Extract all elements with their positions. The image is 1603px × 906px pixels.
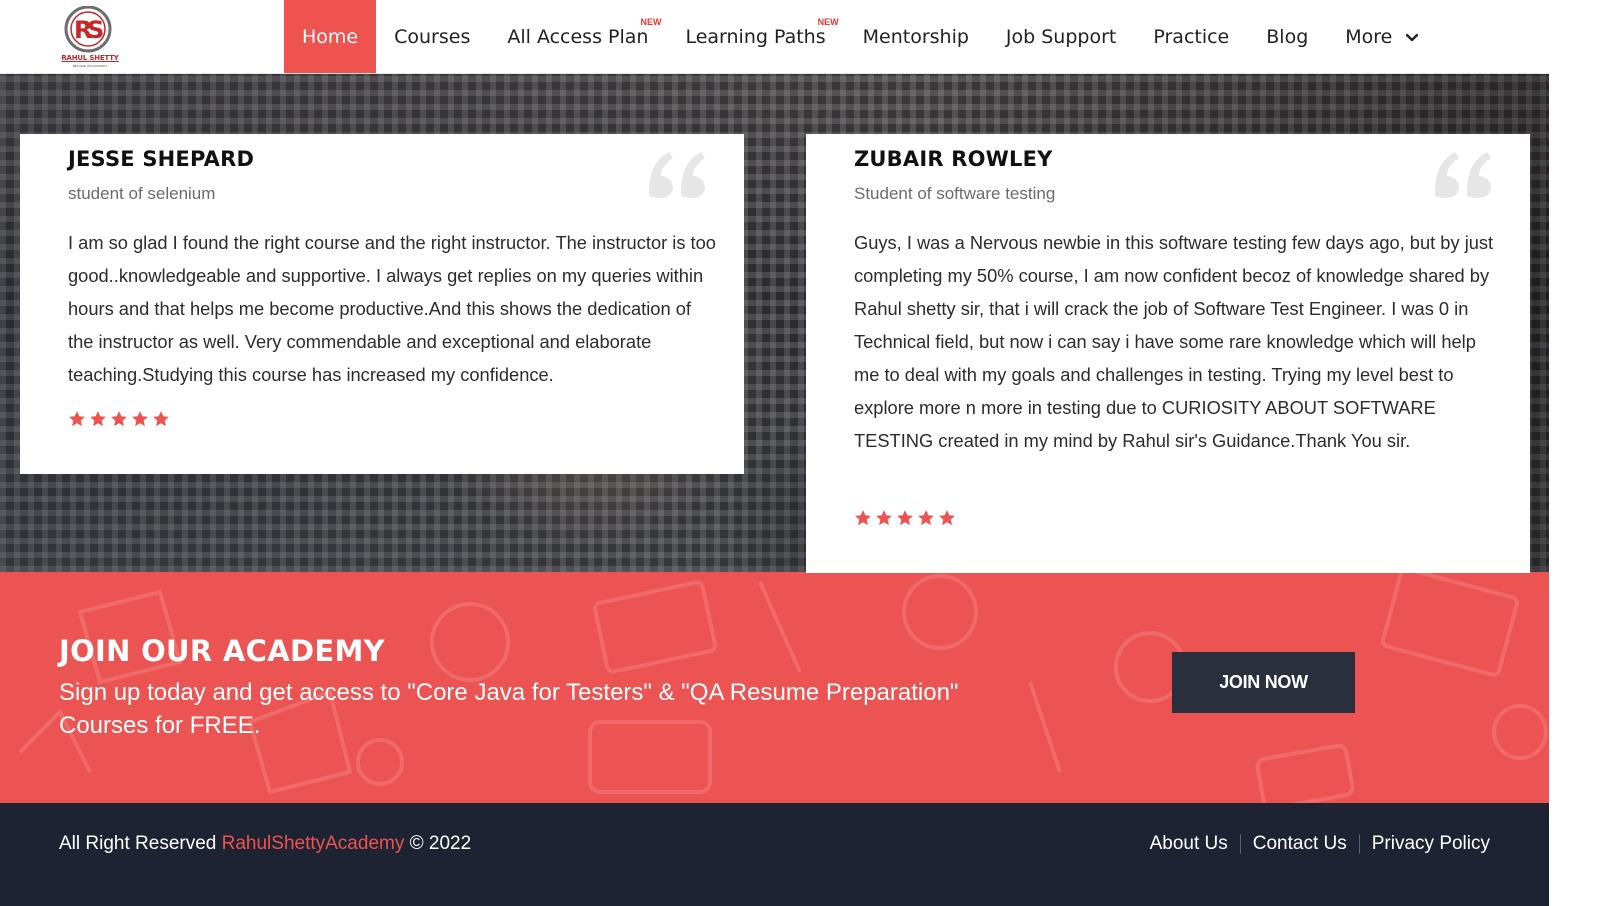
svg-text:S: S bbox=[87, 16, 104, 44]
cta-subtitle: Sign up today and get access to "Core Ja… bbox=[59, 679, 959, 739]
rating-stars bbox=[68, 410, 170, 428]
nav-item-label: Job Support bbox=[1005, 26, 1117, 48]
site-footer: All Right Reserved RahulShettyAcademy © … bbox=[0, 803, 1549, 906]
cta-title: JOIN OUR ACADEMY bbox=[59, 634, 385, 668]
join-now-button[interactable]: JOIN NOW bbox=[1172, 652, 1355, 713]
copyright: All Right Reserved RahulShettyAcademy © … bbox=[59, 833, 471, 855]
copyright-prefix: All Right Reserved bbox=[59, 833, 217, 854]
logo-emblem-icon: R S bbox=[64, 5, 112, 53]
nav-item-all-access-plan[interactable]: All Access Plan NEW bbox=[507, 0, 661, 73]
logo[interactable]: R S RAHUL SHETTY BECOME TEST EXPERT bbox=[58, 5, 122, 68]
footer-link-about-us[interactable]: About Us bbox=[1150, 833, 1228, 855]
nav-item-label: Home bbox=[302, 26, 359, 48]
star-icon bbox=[111, 411, 127, 427]
nav-item-practice[interactable]: Practice bbox=[1153, 0, 1229, 73]
testimonial-card: JESSE SHEPARD student of selenium I am s… bbox=[20, 134, 744, 474]
nav-item-label: Blog bbox=[1266, 26, 1309, 48]
nav-item-label: Learning Paths bbox=[685, 26, 826, 48]
testimonial-role: Student of software testing bbox=[854, 184, 1056, 203]
main-nav: Home Courses All Access Plan NEW Learnin… bbox=[284, 0, 1419, 73]
page-right-margin bbox=[1549, 0, 1603, 906]
nav-item-label: Mentorship bbox=[862, 26, 969, 48]
quote-icon bbox=[1435, 152, 1491, 198]
testimonial-background-image: JESSE SHEPARD student of selenium I am s… bbox=[0, 74, 1549, 573]
star-icon bbox=[90, 411, 106, 427]
nav-item-label: More bbox=[1345, 26, 1393, 48]
rating-stars bbox=[854, 509, 956, 527]
nav-item-mentorship[interactable]: Mentorship bbox=[863, 0, 969, 73]
star-icon bbox=[918, 510, 934, 526]
new-badge: NEW bbox=[640, 17, 662, 27]
copyright-suffix: © 2022 bbox=[409, 833, 472, 854]
star-icon bbox=[897, 510, 913, 526]
star-icon bbox=[855, 510, 871, 526]
brand-link[interactable]: RahulShettyAcademy bbox=[222, 833, 405, 854]
nav-item-label: All Access Plan bbox=[507, 26, 649, 48]
nav-item-home[interactable]: Home bbox=[284, 0, 377, 73]
join-academy-banner: JOIN OUR ACADEMY Sign up today and get a… bbox=[0, 572, 1549, 803]
chevron-down-icon bbox=[1406, 33, 1419, 41]
testimonial-text: Guys, I was a Nervous newbie in this sof… bbox=[854, 232, 1494, 451]
footer-link-privacy-policy[interactable]: Privacy Policy bbox=[1372, 833, 1490, 855]
testimonial-name: ZUBAIR ROWLEY bbox=[854, 147, 1053, 171]
testimonial-name: JESSE SHEPARD bbox=[68, 147, 255, 171]
star-icon bbox=[69, 411, 85, 427]
testimonial-card: ZUBAIR ROWLEY Student of software testin… bbox=[806, 134, 1530, 573]
quote-icon bbox=[649, 152, 705, 198]
nav-item-learning-paths[interactable]: Learning Paths NEW bbox=[685, 0, 838, 73]
site-header: R S RAHUL SHETTY BECOME TEST EXPERT Home… bbox=[0, 0, 1549, 74]
footer-links: About Us Contact Us Privacy Policy bbox=[1150, 833, 1490, 855]
footer-divider bbox=[1358, 834, 1360, 854]
logo-text: RAHUL SHETTY bbox=[61, 54, 119, 62]
new-badge: NEW bbox=[817, 17, 839, 27]
testimonial-role: student of selenium bbox=[68, 184, 216, 203]
star-icon bbox=[939, 510, 955, 526]
nav-item-label: Courses bbox=[394, 26, 471, 48]
testimonial-text: I am so glad I found the right course an… bbox=[68, 232, 716, 385]
star-icon bbox=[153, 411, 169, 427]
footer-link-contact-us[interactable]: Contact Us bbox=[1253, 833, 1347, 855]
star-icon bbox=[876, 510, 892, 526]
nav-item-job-support[interactable]: Job Support bbox=[1006, 0, 1116, 73]
nav-item-more[interactable]: More bbox=[1345, 0, 1419, 73]
logo-tagline: BECOME TEST EXPERT bbox=[72, 64, 108, 68]
nav-item-blog[interactable]: Blog bbox=[1266, 0, 1308, 73]
nav-item-courses[interactable]: Courses bbox=[394, 0, 470, 73]
nav-item-label: Practice bbox=[1153, 26, 1230, 48]
footer-divider bbox=[1239, 834, 1241, 854]
star-icon bbox=[132, 411, 148, 427]
